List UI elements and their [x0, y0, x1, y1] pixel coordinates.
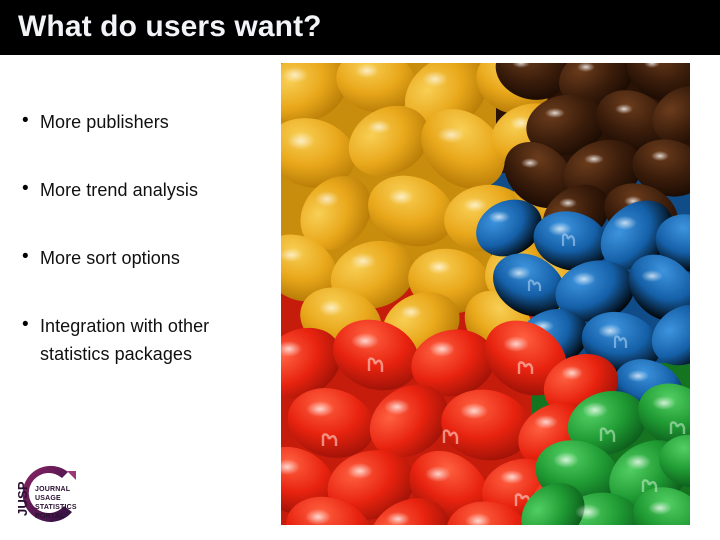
list-item-label: Integration with other statistics packag…: [40, 316, 210, 364]
list-item: • More publishers: [22, 108, 274, 136]
list-item: • More sort options: [22, 244, 274, 272]
bullet-marker-icon: •: [22, 314, 29, 335]
slide-title-bar: What do users want?: [0, 0, 720, 55]
jusp-word-usage: USAGE: [35, 495, 61, 502]
jusp-logo-mark: JUSP JOURNAL USAGE STATISTICS PORTAL: [15, 465, 77, 522]
jusp-swoosh-tip-icon: [67, 471, 76, 480]
bullet-marker-icon: •: [22, 246, 29, 267]
mms-candy-illustration: [281, 63, 690, 525]
page-title: What do users want?: [18, 10, 322, 43]
slide: What do users want? • More publishers • …: [0, 0, 720, 540]
jusp-word-journal: JOURNAL: [35, 486, 71, 493]
jusp-word-statistics: STATISTICS: [35, 504, 77, 511]
list-item-label: More sort options: [40, 248, 180, 268]
mms-candy-photo: [281, 63, 690, 525]
list-item: • Integration with other statistics pack…: [22, 312, 274, 368]
bullet-marker-icon: •: [22, 178, 29, 199]
list-item-label: More trend analysis: [40, 180, 199, 200]
bullet-list: • More publishers • More trend analysis …: [22, 108, 274, 408]
list-item-label: More publishers: [40, 112, 169, 132]
jusp-word-portal: PORTAL: [35, 513, 65, 520]
bullet-marker-icon: •: [22, 110, 29, 131]
jusp-acronym: JUSP: [15, 481, 30, 516]
list-item: • More trend analysis: [22, 176, 274, 204]
jusp-logo: JUSP JOURNAL USAGE STATISTICS PORTAL: [10, 464, 82, 532]
